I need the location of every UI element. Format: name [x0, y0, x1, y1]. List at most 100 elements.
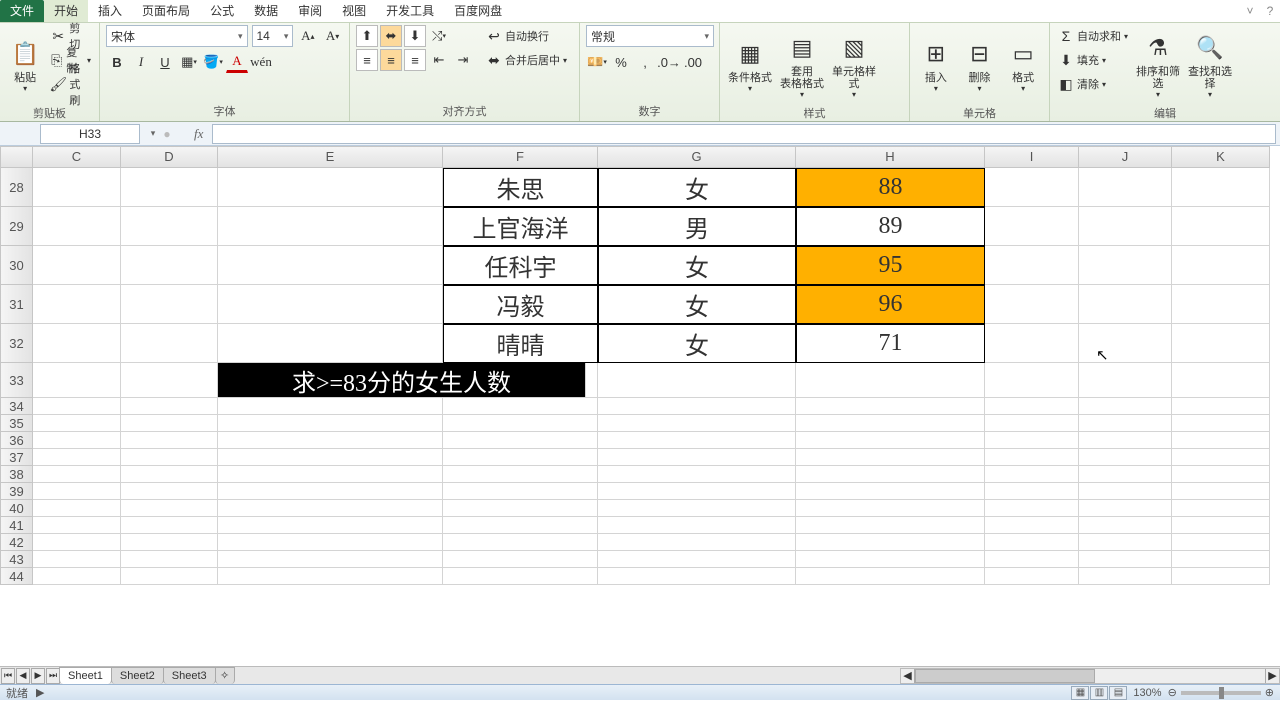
cell-F38[interactable]: [443, 466, 598, 483]
cell-J33[interactable]: [1079, 363, 1172, 398]
cell-I32[interactable]: [985, 324, 1079, 363]
cell-I34[interactable]: [985, 398, 1079, 415]
cell-D42[interactable]: [121, 534, 218, 551]
cell-E37[interactable]: [218, 449, 443, 466]
cell-E41[interactable]: [218, 517, 443, 534]
cell-D30[interactable]: [121, 246, 218, 285]
cell-F35[interactable]: [443, 415, 598, 432]
cell-D37[interactable]: [121, 449, 218, 466]
cell-C39[interactable]: [33, 483, 121, 500]
cell-J29[interactable]: [1079, 207, 1172, 246]
comma-icon[interactable]: ,: [634, 51, 656, 73]
align-center-icon[interactable]: ≡: [380, 49, 402, 71]
namebox-arrow-icon[interactable]: ▾: [146, 128, 160, 139]
align-left-icon[interactable]: ≡: [356, 49, 378, 71]
cell-C30[interactable]: [33, 246, 121, 285]
cell-K30[interactable]: [1172, 246, 1270, 285]
cell-K44[interactable]: [1172, 568, 1270, 585]
cell-K34[interactable]: [1172, 398, 1270, 415]
tab-nav-last[interactable]: ⏭: [46, 668, 60, 684]
cell-K31[interactable]: [1172, 285, 1270, 324]
cell-E36[interactable]: [218, 432, 443, 449]
cell-E30[interactable]: [218, 246, 443, 285]
cell-F34[interactable]: [443, 398, 598, 415]
delete-cells-button[interactable]: ⊟删除▾: [960, 25, 1000, 105]
align-top-icon[interactable]: ⬆: [356, 25, 378, 47]
cell-K29[interactable]: [1172, 207, 1270, 246]
cell-D35[interactable]: [121, 415, 218, 432]
cell-C32[interactable]: [33, 324, 121, 363]
cell-D40[interactable]: [121, 500, 218, 517]
row-head-36[interactable]: 36: [0, 432, 33, 449]
row-head-31[interactable]: 31: [0, 285, 33, 324]
cell-H40[interactable]: [796, 500, 985, 517]
cond-format-button[interactable]: ▦条件格式▾: [726, 25, 774, 105]
cell-D33[interactable]: [121, 363, 218, 398]
cell-I43[interactable]: [985, 551, 1079, 568]
cell-F36[interactable]: [443, 432, 598, 449]
cell-K38[interactable]: [1172, 466, 1270, 483]
col-head-C[interactable]: C: [33, 146, 121, 168]
cell-F42[interactable]: [443, 534, 598, 551]
cell-K42[interactable]: [1172, 534, 1270, 551]
cell-I40[interactable]: [985, 500, 1079, 517]
number-format-combo[interactable]: 常规▾: [586, 25, 714, 47]
cell-F37[interactable]: [443, 449, 598, 466]
col-head-J[interactable]: J: [1079, 146, 1172, 168]
cell-D32[interactable]: [121, 324, 218, 363]
indent-inc-icon[interactable]: ⇥: [452, 49, 474, 71]
cell-K32[interactable]: [1172, 324, 1270, 363]
cell-F30[interactable]: 任科宇: [443, 246, 598, 285]
cell-I44[interactable]: [985, 568, 1079, 585]
sheet-tab-1[interactable]: Sheet1: [59, 667, 112, 684]
cell-D43[interactable]: [121, 551, 218, 568]
cell-C29[interactable]: [33, 207, 121, 246]
fill-color-button[interactable]: 🪣▾: [202, 51, 224, 73]
cell-F28[interactable]: 朱思: [443, 168, 598, 207]
cell-D28[interactable]: [121, 168, 218, 207]
new-sheet-button[interactable]: ✧: [215, 667, 235, 684]
cell-H36[interactable]: [796, 432, 985, 449]
cell-G39[interactable]: [598, 483, 796, 500]
dec-decimal-icon[interactable]: .00: [682, 51, 704, 73]
col-head-E[interactable]: E: [218, 146, 443, 168]
cell-E39[interactable]: [218, 483, 443, 500]
cell-I35[interactable]: [985, 415, 1079, 432]
row-head-40[interactable]: 40: [0, 500, 33, 517]
row-head-41[interactable]: 41: [0, 517, 33, 534]
fx-icon[interactable]: fx: [194, 126, 208, 142]
cell-C43[interactable]: [33, 551, 121, 568]
col-head-G[interactable]: G: [598, 146, 796, 168]
autosum-button[interactable]: Σ自动求和▾: [1056, 25, 1130, 47]
cell-J40[interactable]: [1079, 500, 1172, 517]
border-button[interactable]: ▦▾: [178, 51, 200, 73]
cell-K35[interactable]: [1172, 415, 1270, 432]
tab-insert[interactable]: 插入: [88, 0, 132, 22]
cell-F43[interactable]: [443, 551, 598, 568]
cell-G37[interactable]: [598, 449, 796, 466]
indent-dec-icon[interactable]: ⇤: [428, 49, 450, 71]
row-head-29[interactable]: 29: [0, 207, 33, 246]
cell-H34[interactable]: [796, 398, 985, 415]
cell-C34[interactable]: [33, 398, 121, 415]
cell-E38[interactable]: [218, 466, 443, 483]
cell-I38[interactable]: [985, 466, 1079, 483]
cell-I41[interactable]: [985, 517, 1079, 534]
cell-G41[interactable]: [598, 517, 796, 534]
tab-baidu[interactable]: 百度网盘: [444, 0, 512, 22]
font-name-combo[interactable]: 宋体▾: [106, 25, 248, 47]
cell-F32[interactable]: 晴晴: [443, 324, 598, 363]
tab-nav-prev[interactable]: ◀: [16, 668, 30, 684]
tab-dev[interactable]: 开发工具: [376, 0, 444, 22]
cell-I36[interactable]: [985, 432, 1079, 449]
cell-J34[interactable]: [1079, 398, 1172, 415]
wrap-text-button[interactable]: ↩自动换行: [484, 25, 569, 47]
cell-K36[interactable]: [1172, 432, 1270, 449]
cell-J39[interactable]: [1079, 483, 1172, 500]
horizontal-scrollbar[interactable]: ◀▶: [900, 668, 1280, 684]
cell-C33[interactable]: [33, 363, 121, 398]
format-cells-button[interactable]: ▭格式▾: [1003, 25, 1043, 105]
row-head-37[interactable]: 37: [0, 449, 33, 466]
cell-H43[interactable]: [796, 551, 985, 568]
font-size-combo[interactable]: 14▾: [252, 25, 294, 47]
